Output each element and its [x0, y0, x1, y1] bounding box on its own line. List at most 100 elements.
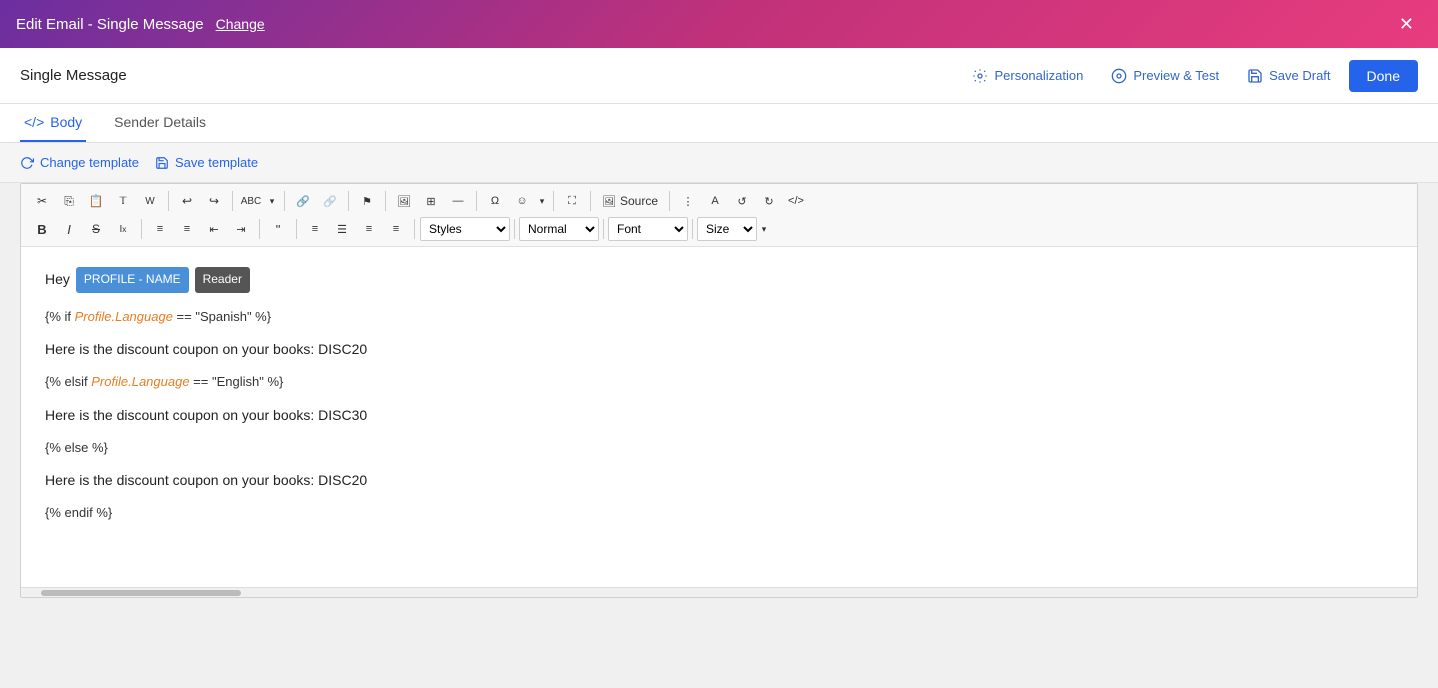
liquid-keyword-3: {% elsif — [45, 374, 91, 389]
emoji-button[interactable]: ☺ — [509, 188, 535, 214]
redo-button[interactable]: ↪ — [201, 188, 227, 214]
strikethrough-button[interactable]: S — [83, 216, 109, 242]
code-icon: </> — [24, 114, 44, 130]
close-button[interactable]: ✕ — [1391, 10, 1422, 39]
justify-button[interactable]: ≡ — [383, 216, 409, 242]
cut-button[interactable]: ✂ — [29, 188, 55, 214]
page-title: Edit Email - Single Message — [16, 16, 204, 33]
liquid-keyword-6: {% endif %} — [45, 505, 112, 520]
personalization-button[interactable]: Personalization — [962, 62, 1093, 90]
spellcheck-button[interactable]: ABC — [238, 188, 264, 214]
col-select-button[interactable]: ⋮ — [675, 188, 701, 214]
redo2-button[interactable]: ↻ — [756, 188, 782, 214]
format-select[interactable]: Normal — [519, 217, 599, 241]
sep1 — [168, 191, 169, 211]
second-header: Single Message Personalization Preview &… — [0, 48, 1438, 104]
undo-button[interactable]: ↩ — [174, 188, 200, 214]
save-icon — [1247, 68, 1263, 84]
unordered-list-button[interactable]: ≡ — [174, 216, 200, 242]
liquid-keyword-4: == "English" %} — [190, 374, 284, 389]
sep9 — [669, 191, 670, 211]
sep16 — [692, 219, 693, 239]
table-button[interactable]: ⊞ — [418, 188, 444, 214]
text-format-button[interactable]: A — [702, 188, 728, 214]
unlink-button[interactable]: 🔗 — [317, 188, 343, 214]
liquid-if-line: {% if Profile.Language == "Spanish" %} — [45, 305, 1393, 329]
italic-button[interactable]: I — [56, 216, 82, 242]
message-title: Single Message — [20, 67, 127, 84]
bold-button[interactable]: B — [29, 216, 55, 242]
indent-button[interactable]: ⇥ — [228, 216, 254, 242]
change-template-button[interactable]: Change template — [20, 151, 139, 174]
english-discount-text: Here is the discount coupon on your book… — [45, 407, 367, 423]
anchor-button[interactable]: ⚑ — [354, 188, 380, 214]
toolbar-row-2: B I S Ix ≡ ≡ ⇤ ⇥ " ≡ ☰ ≡ ≡ Styles — [29, 216, 1409, 242]
sep13 — [414, 219, 415, 239]
scrollbar-thumb[interactable] — [41, 590, 241, 596]
preview-test-button[interactable]: Preview & Test — [1101, 62, 1229, 90]
liquid-var-2: Profile.Language — [91, 374, 189, 389]
sep14 — [514, 219, 515, 239]
liquid-else-line: {% else %} — [45, 436, 1393, 460]
maximize-button[interactable]: ⛶ — [559, 188, 585, 214]
image-button[interactable]: 🖼 — [391, 188, 417, 214]
subscript-button[interactable]: Ix — [110, 216, 136, 242]
liquid-keyword-5: {% else %} — [45, 440, 108, 455]
paste-plain-button[interactable]: 𝕋 — [110, 188, 136, 214]
horizontal-scrollbar[interactable] — [21, 587, 1417, 597]
main-content: ✂ ⎘ 📋 𝕋 W ↩ ↪ ABC ▾ 🔗 — [0, 183, 1438, 598]
spellcheck-arrow[interactable]: ▾ — [265, 188, 279, 214]
liquid-var-1: Profile.Language — [75, 309, 173, 324]
outdent-button[interactable]: ⇤ — [201, 216, 227, 242]
editor-content[interactable]: Hey PROFILE - NAME Reader {% if Profile.… — [21, 247, 1417, 587]
hey-text: Hey — [45, 267, 70, 292]
align-right-button[interactable]: ≡ — [356, 216, 382, 242]
sep7 — [553, 191, 554, 211]
done-button[interactable]: Done — [1349, 60, 1418, 92]
sep12 — [296, 219, 297, 239]
undo2-button[interactable]: ↺ — [729, 188, 755, 214]
sep5 — [385, 191, 386, 211]
paste-button[interactable]: 📋 — [83, 188, 109, 214]
ordered-list-button[interactable]: ≡ — [147, 216, 173, 242]
font-select[interactable]: Font — [608, 217, 688, 241]
sep2 — [232, 191, 233, 211]
emoji-arrow[interactable]: ▾ — [536, 188, 548, 214]
top-header-left: Edit Email - Single Message Change — [16, 16, 265, 33]
size-arrow[interactable]: ▾ — [758, 216, 770, 242]
align-center-button[interactable]: ☰ — [329, 216, 355, 242]
blockquote-button[interactable]: " — [265, 216, 291, 242]
code-button[interactable]: </> — [783, 188, 809, 214]
link-button[interactable]: 🔗 — [290, 188, 316, 214]
styles-select[interactable]: Styles — [420, 217, 510, 241]
editor-toolbar: ✂ ⎘ 📋 𝕋 W ↩ ↪ ABC ▾ 🔗 — [21, 184, 1417, 247]
liquid-endif-line: {% endif %} — [45, 501, 1393, 525]
align-left-button[interactable]: ≡ — [302, 216, 328, 242]
sep4 — [348, 191, 349, 211]
refresh-icon — [20, 156, 34, 170]
source-button[interactable]: 🖼 Source — [596, 192, 664, 210]
sep10 — [141, 219, 142, 239]
size-select[interactable]: Size — [697, 217, 757, 241]
top-header: Edit Email - Single Message Change ✕ — [0, 0, 1438, 48]
liquid-keyword-2: == "Spanish" %} — [173, 309, 271, 324]
profile-name-tag[interactable]: PROFILE - NAME — [76, 267, 189, 293]
editor-wrapper[interactable]: Hey PROFILE - NAME Reader {% if Profile.… — [21, 247, 1417, 587]
special-char-button[interactable]: Ω — [482, 188, 508, 214]
tab-sender-details[interactable]: Sender Details — [110, 104, 210, 142]
sep15 — [603, 219, 604, 239]
liquid-elsif-line: {% elsif Profile.Language == "English" %… — [45, 370, 1393, 394]
copy-button[interactable]: ⎘ — [56, 188, 82, 214]
tab-body[interactable]: </> Body — [20, 104, 86, 142]
reader-tag[interactable]: Reader — [195, 267, 250, 293]
spanish-discount-text: Here is the discount coupon on your book… — [45, 341, 367, 357]
sep8 — [590, 191, 591, 211]
spanish-discount-line: Here is the discount coupon on your book… — [45, 337, 1393, 362]
change-link[interactable]: Change — [216, 16, 265, 32]
save-draft-button[interactable]: Save Draft — [1237, 62, 1340, 90]
save-template-button[interactable]: Save template — [155, 151, 258, 174]
hr-button[interactable]: — — [445, 188, 471, 214]
paste-word-button[interactable]: W — [137, 188, 163, 214]
else-discount-line: Here is the discount coupon on your book… — [45, 468, 1393, 493]
preview-icon — [1111, 68, 1127, 84]
